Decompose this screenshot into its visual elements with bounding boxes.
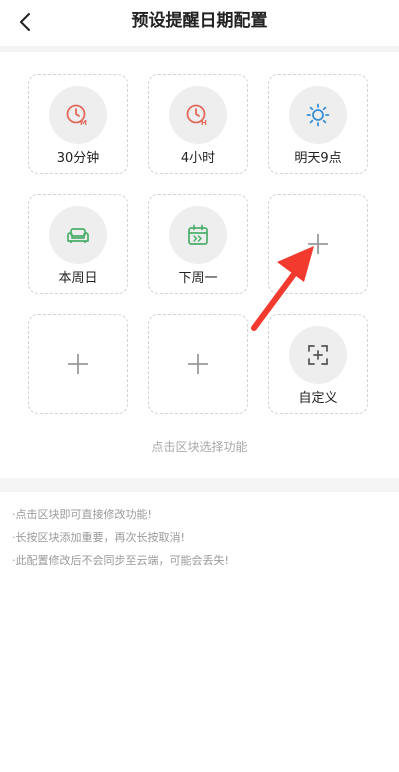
tile-icon-bg: H	[169, 86, 227, 144]
header-bar: 预设提醒日期配置	[0, 0, 399, 46]
tile-empty-add[interactable]	[28, 314, 128, 414]
plus-icon	[149, 315, 247, 413]
tile-30-minutes[interactable]: M 30分钟	[28, 74, 128, 174]
notes-section: ·点击区块即可直接修改功能! ·长按区块添加重要，再次长按取消! ·此配置修改后…	[0, 492, 399, 772]
page-title: 预设提醒日期配置	[131, 11, 268, 31]
note-text: ·此配置修改后不会同步至云端，可能会丢失!	[12, 554, 229, 567]
tile-icon-bg	[169, 206, 227, 264]
tile-icon-bg	[49, 206, 107, 264]
tile-label: 下周一	[178, 271, 218, 286]
tile-4-hours[interactable]: H 4小时	[148, 74, 248, 174]
tile-label: 本周日	[58, 271, 98, 286]
tile-label: 30分钟	[56, 151, 100, 166]
tile-icon-bg	[289, 86, 347, 144]
plus-icon	[269, 195, 367, 293]
sun-icon	[306, 103, 330, 127]
tile-this-sunday[interactable]: 本周日	[28, 194, 128, 294]
sofa-icon	[67, 228, 89, 243]
tile-icon-bg	[289, 326, 347, 384]
tile-label: 4小时	[180, 151, 216, 166]
hint-text: 点击区块选择功能	[151, 440, 248, 454]
tile-icon-bg: M	[49, 86, 107, 144]
svg-text:M: M	[80, 119, 87, 127]
tile-empty-add[interactable]	[148, 314, 248, 414]
tile-label: 自定义	[298, 391, 338, 406]
clock-m-icon: M	[66, 104, 87, 127]
custom-frame-icon	[308, 345, 328, 365]
note-text: ·点击区块即可直接修改功能!	[12, 508, 152, 521]
tile-tomorrow-9[interactable]: 明天9点	[268, 74, 368, 174]
tile-empty-add[interactable]	[268, 194, 368, 294]
tile-custom[interactable]: 自定义	[268, 314, 368, 414]
tile-label: 明天9点	[294, 151, 342, 166]
svg-text:H: H	[201, 119, 207, 127]
tile-next-monday[interactable]: 下周一	[148, 194, 248, 294]
note-text: ·长按区块添加重要，再次长按取消!	[12, 531, 185, 544]
preset-grid-panel: M 30分钟 H 4小时 明天9点 本周日 下周一 自定义 点击区块选择功能	[0, 52, 399, 478]
calendar-next-icon	[188, 224, 208, 245]
plus-icon	[29, 315, 127, 413]
clock-h-icon: H	[186, 104, 207, 127]
